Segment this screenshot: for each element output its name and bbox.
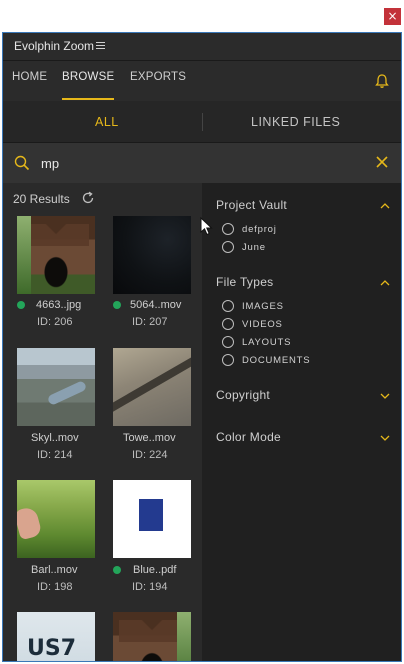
file-name: Barl..mov <box>31 564 78 576</box>
thumbnail-blue-pdf[interactable] <box>113 480 191 558</box>
file-name: 4663..jpg <box>36 299 82 311</box>
thumbnail-5064-mov[interactable] <box>113 216 191 294</box>
mouse-cursor-icon <box>200 217 213 236</box>
radio-button[interactable] <box>222 318 234 330</box>
thumbnail-caption: US7 <box>27 636 77 661</box>
radio-button[interactable] <box>222 336 234 348</box>
file-name: Towe..mov <box>123 432 176 444</box>
radio-button[interactable] <box>222 354 234 366</box>
filter-option-label: IMAGES <box>242 301 284 312</box>
close-icon: × <box>387 9 398 23</box>
view-tabs: ALL LINKED FILES <box>3 101 401 143</box>
search-input[interactable] <box>41 152 361 174</box>
filter-section-title[interactable]: Project Vault <box>216 198 287 212</box>
file-id: ID: 224 <box>132 449 168 461</box>
file-name: 5064..mov <box>130 299 182 311</box>
file-id: ID: 206 <box>37 316 73 328</box>
chevron-up-icon[interactable] <box>380 280 390 286</box>
refresh-icon[interactable] <box>81 191 95 205</box>
hamburger-icon[interactable] <box>96 42 105 50</box>
filter-section-title[interactable]: File Types <box>216 275 273 289</box>
filter-option-label: DOCUMENTS <box>242 355 311 366</box>
thumbnail-4663-jpg[interactable] <box>17 216 95 294</box>
app-title: Evolphin Zoom <box>14 39 95 53</box>
filter-section-title[interactable]: Copyright <box>216 388 270 402</box>
chevron-up-icon[interactable] <box>380 203 390 209</box>
tab-linked-files[interactable]: LINKED FILES <box>251 115 340 129</box>
filter-option-label: LAYOUTS <box>242 337 292 348</box>
app-panel: Evolphin Zoom HOME BROWSE EXPORTS ALL LI… <box>2 32 402 662</box>
nav-exports[interactable]: EXPORTS <box>130 71 186 83</box>
synced-indicator <box>113 566 121 574</box>
synced-indicator <box>17 301 25 309</box>
tab-all[interactable]: ALL <box>95 115 119 129</box>
title-bar: Evolphin Zoom <box>3 33 401 61</box>
thumbnail-text-graphic[interactable]: US7 <box>17 612 95 661</box>
file-id: ID: 194 <box>132 581 168 593</box>
filter-section-title[interactable]: Color Mode <box>216 430 281 444</box>
clear-icon[interactable] <box>375 155 389 169</box>
file-name: Skyl..mov <box>31 432 79 444</box>
tab-divider <box>202 113 203 131</box>
radio-button[interactable] <box>222 241 234 253</box>
filters-panel: Project Vault defproj June File Types IM… <box>202 183 401 661</box>
synced-indicator <box>113 301 121 309</box>
file-name: Blue..pdf <box>133 564 177 576</box>
filter-option-label: June <box>242 242 266 253</box>
search-bar <box>3 143 401 183</box>
radio-button[interactable] <box>222 300 234 312</box>
main-nav: HOME BROWSE EXPORTS <box>3 61 401 101</box>
file-id: ID: 214 <box>37 449 73 461</box>
close-window-button[interactable]: × <box>384 8 401 25</box>
nav-browse[interactable]: BROWSE <box>62 71 114 83</box>
filter-option-label: VIDEOS <box>242 319 283 330</box>
chevron-down-icon[interactable] <box>380 435 390 441</box>
chevron-down-icon[interactable] <box>380 393 390 399</box>
window-chrome: × <box>0 0 404 32</box>
file-id: ID: 207 <box>132 316 168 328</box>
thumbnail-barl-mov[interactable] <box>17 480 95 558</box>
file-id: ID: 198 <box>37 581 73 593</box>
thumbnail-skyl-mov[interactable] <box>17 348 95 426</box>
filter-option-label: defproj <box>242 224 277 235</box>
results-count: 20 Results <box>13 192 70 206</box>
nav-active-indicator <box>62 98 114 100</box>
thumbnail-towe-mov[interactable] <box>113 348 191 426</box>
results-panel: 20 Results 4663..jpg ID: 206 5064..mov I… <box>3 183 202 661</box>
thumbnail-covered-bridge[interactable] <box>113 612 191 661</box>
nav-home[interactable]: HOME <box>12 71 47 83</box>
search-icon <box>14 155 30 171</box>
bell-icon[interactable] <box>374 73 390 89</box>
radio-button[interactable] <box>222 223 234 235</box>
